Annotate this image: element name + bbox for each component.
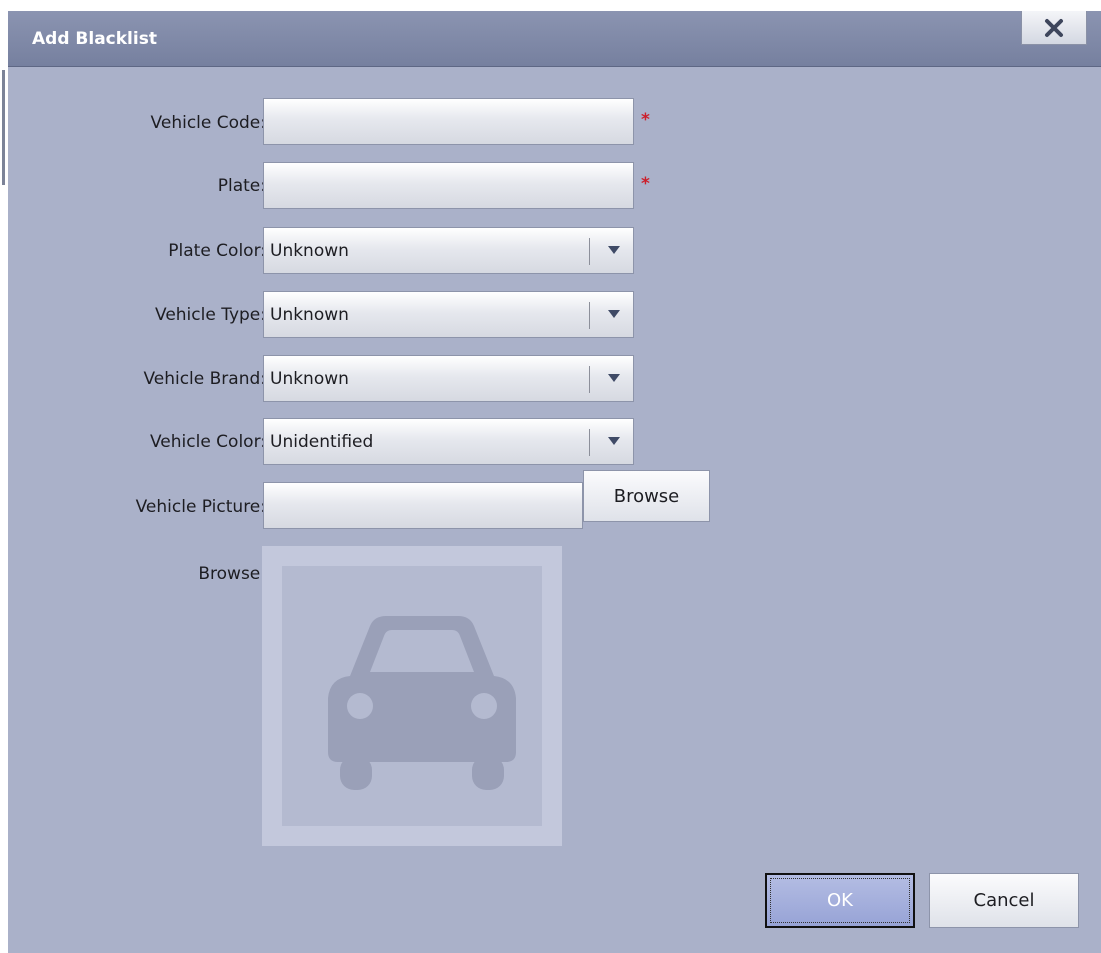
ok-button-label: OK xyxy=(827,890,853,911)
vehicle-color-value: Unidentified xyxy=(270,432,374,452)
vehicle-color-select[interactable]: Unidentified xyxy=(263,418,634,465)
vehicle-code-input[interactable] xyxy=(263,98,634,145)
vehicle-brand-value: Unknown xyxy=(270,369,349,389)
plate-color-label: Plate Color: xyxy=(168,241,266,261)
plate-label: Plate: xyxy=(217,176,266,196)
dialog-title: Add Blacklist xyxy=(32,29,157,49)
vehicle-type-select[interactable]: Unknown xyxy=(263,291,634,338)
preview-frame xyxy=(282,566,542,826)
dropdown-arrow-icon[interactable] xyxy=(608,310,620,318)
select-separator xyxy=(589,366,590,393)
select-separator xyxy=(589,238,590,265)
close-button[interactable] xyxy=(1021,11,1087,45)
close-icon xyxy=(1045,18,1063,37)
select-separator xyxy=(589,429,590,456)
plate-input[interactable] xyxy=(263,162,634,209)
vehicle-code-label: Vehicle Code: xyxy=(150,113,266,133)
vehicle-type-label: Vehicle Type: xyxy=(155,305,266,325)
vehicle-code-required-marker: * xyxy=(641,110,650,130)
background-mark xyxy=(2,70,5,185)
plate-color-select[interactable]: Unknown xyxy=(263,227,634,274)
vehicle-brand-select[interactable]: Unknown xyxy=(263,355,634,402)
cancel-button[interactable]: Cancel xyxy=(929,873,1079,928)
dialog-titlebar: Add Blacklist xyxy=(8,11,1101,67)
vehicle-picture-path-input[interactable] xyxy=(263,482,583,529)
vehicle-type-value: Unknown xyxy=(270,305,349,325)
browse-button[interactable]: Browse xyxy=(583,470,710,522)
plate-required-marker: * xyxy=(641,174,650,194)
vehicle-color-label: Vehicle Color: xyxy=(149,432,266,452)
preview-label: Browse: xyxy=(198,564,266,584)
ok-button[interactable]: OK xyxy=(765,873,915,928)
select-separator xyxy=(589,302,590,329)
dropdown-arrow-icon[interactable] xyxy=(608,374,620,382)
vehicle-brand-label: Vehicle Brand: xyxy=(143,369,266,389)
plate-color-value: Unknown xyxy=(270,241,349,261)
background-strip xyxy=(0,0,8,953)
dropdown-arrow-icon[interactable] xyxy=(608,246,620,254)
vehicle-picture-label: Vehicle Picture: xyxy=(135,497,266,517)
car-placeholder-icon xyxy=(328,616,516,790)
dropdown-arrow-icon[interactable] xyxy=(608,437,620,445)
vehicle-picture-preview xyxy=(262,546,562,846)
